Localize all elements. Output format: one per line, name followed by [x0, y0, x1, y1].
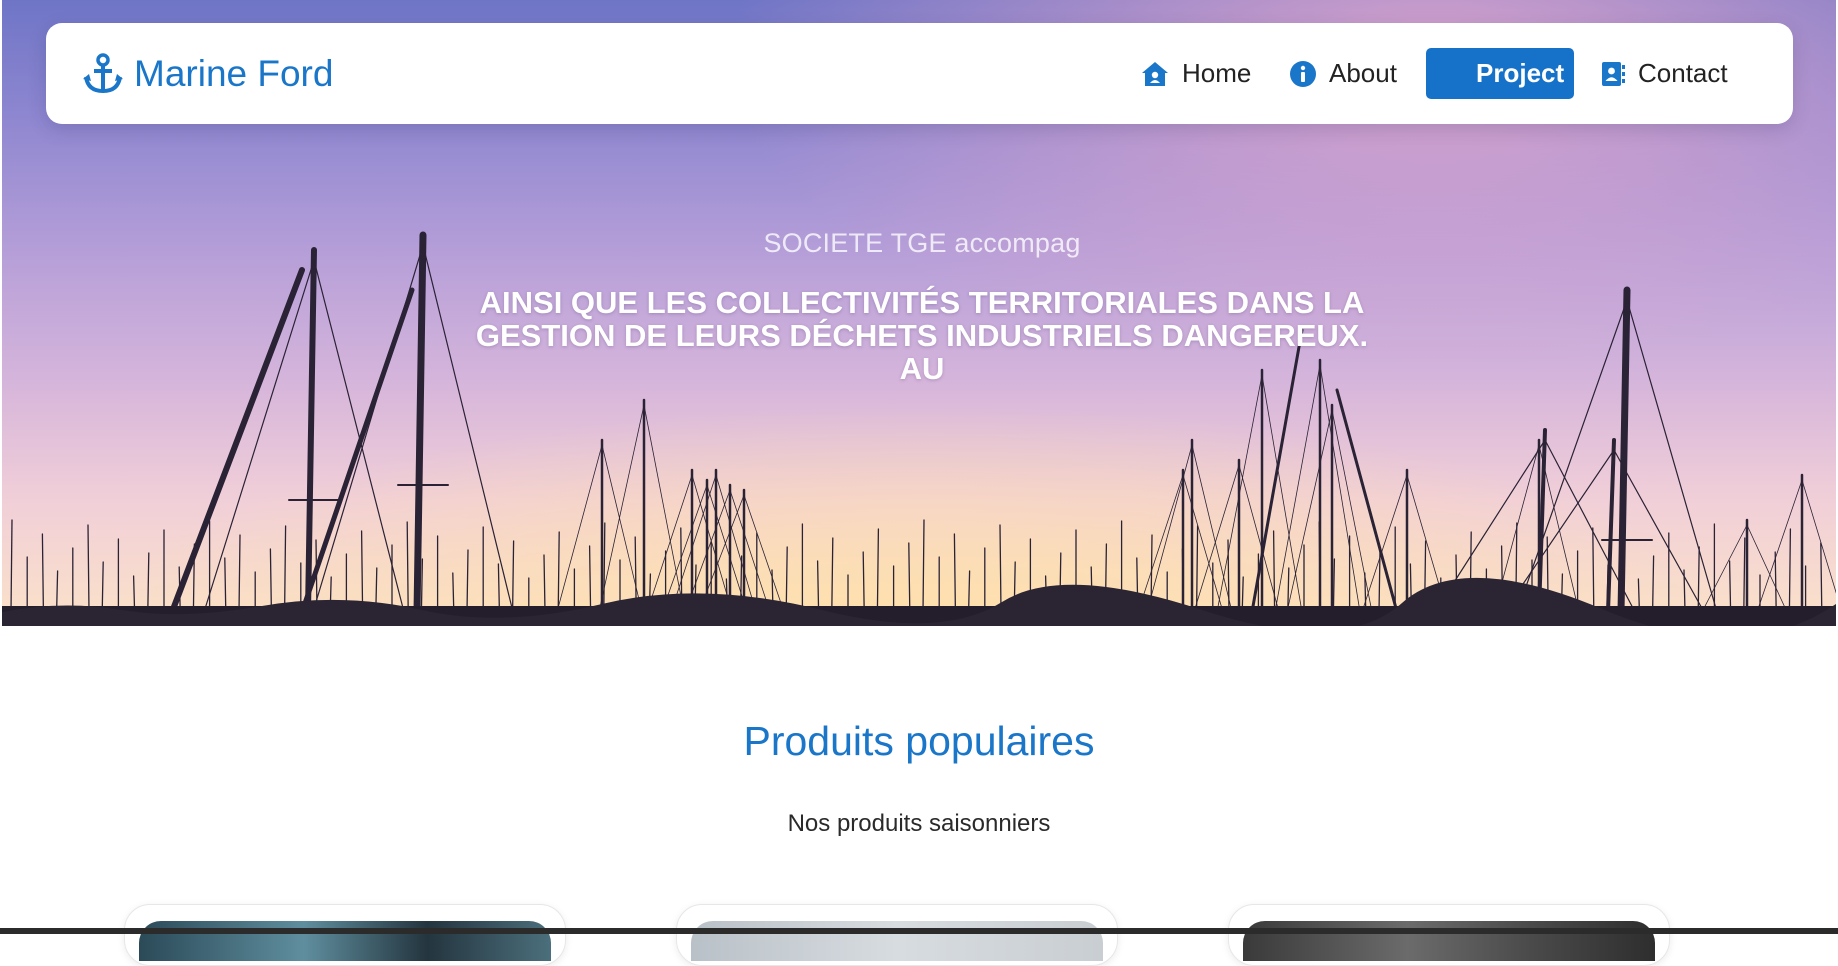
- hero-headline: AINSI QUE LES COLLECTIVITÉS TERRITORIALE…: [472, 286, 1372, 385]
- product-image: [139, 921, 551, 961]
- nav-label: Contact: [1638, 58, 1728, 88]
- anchor-icon: [82, 53, 124, 95]
- hero-kicker: SOCIETE TGE accompag: [763, 228, 1081, 258]
- contact-book-icon: [1600, 60, 1626, 88]
- products-subtitle: Nos produits saisonniers: [787, 810, 1051, 837]
- nav-label: Project: [1476, 58, 1565, 88]
- home-icon: [1140, 60, 1170, 88]
- nav-about[interactable]: About: [1289, 48, 1397, 99]
- hero-headline-line: AINSI QUE LES COLLECTIVITÉS TERRITORIALE…: [479, 285, 1365, 320]
- info-icon: [1289, 60, 1317, 88]
- product-image: [1243, 921, 1655, 961]
- window-bottom-edge: [0, 928, 1838, 934]
- nav-contact[interactable]: Contact: [1600, 48, 1728, 99]
- products-title: Produits populaires: [743, 718, 1095, 764]
- product-card[interactable]: [1228, 904, 1670, 966]
- product-image: [691, 921, 1103, 961]
- nav-project[interactable]: Project: [1426, 48, 1574, 99]
- product-card[interactable]: [676, 904, 1118, 966]
- nav-label: About: [1329, 58, 1397, 88]
- top-navbar: Marine Ford Home About Project Contact: [46, 23, 1793, 124]
- brand-name: Marine Ford: [134, 53, 334, 94]
- hero-headline-line: GESTION DE LEURS DÉCHETS INDUSTRIELS DAN…: [475, 318, 1369, 353]
- nav-label: Home: [1182, 58, 1252, 88]
- product-card[interactable]: [124, 904, 566, 966]
- brand-logo[interactable]: Marine Ford: [82, 51, 333, 97]
- hero-headline-line: AU: [899, 351, 945, 386]
- nav-home[interactable]: Home: [1140, 48, 1251, 99]
